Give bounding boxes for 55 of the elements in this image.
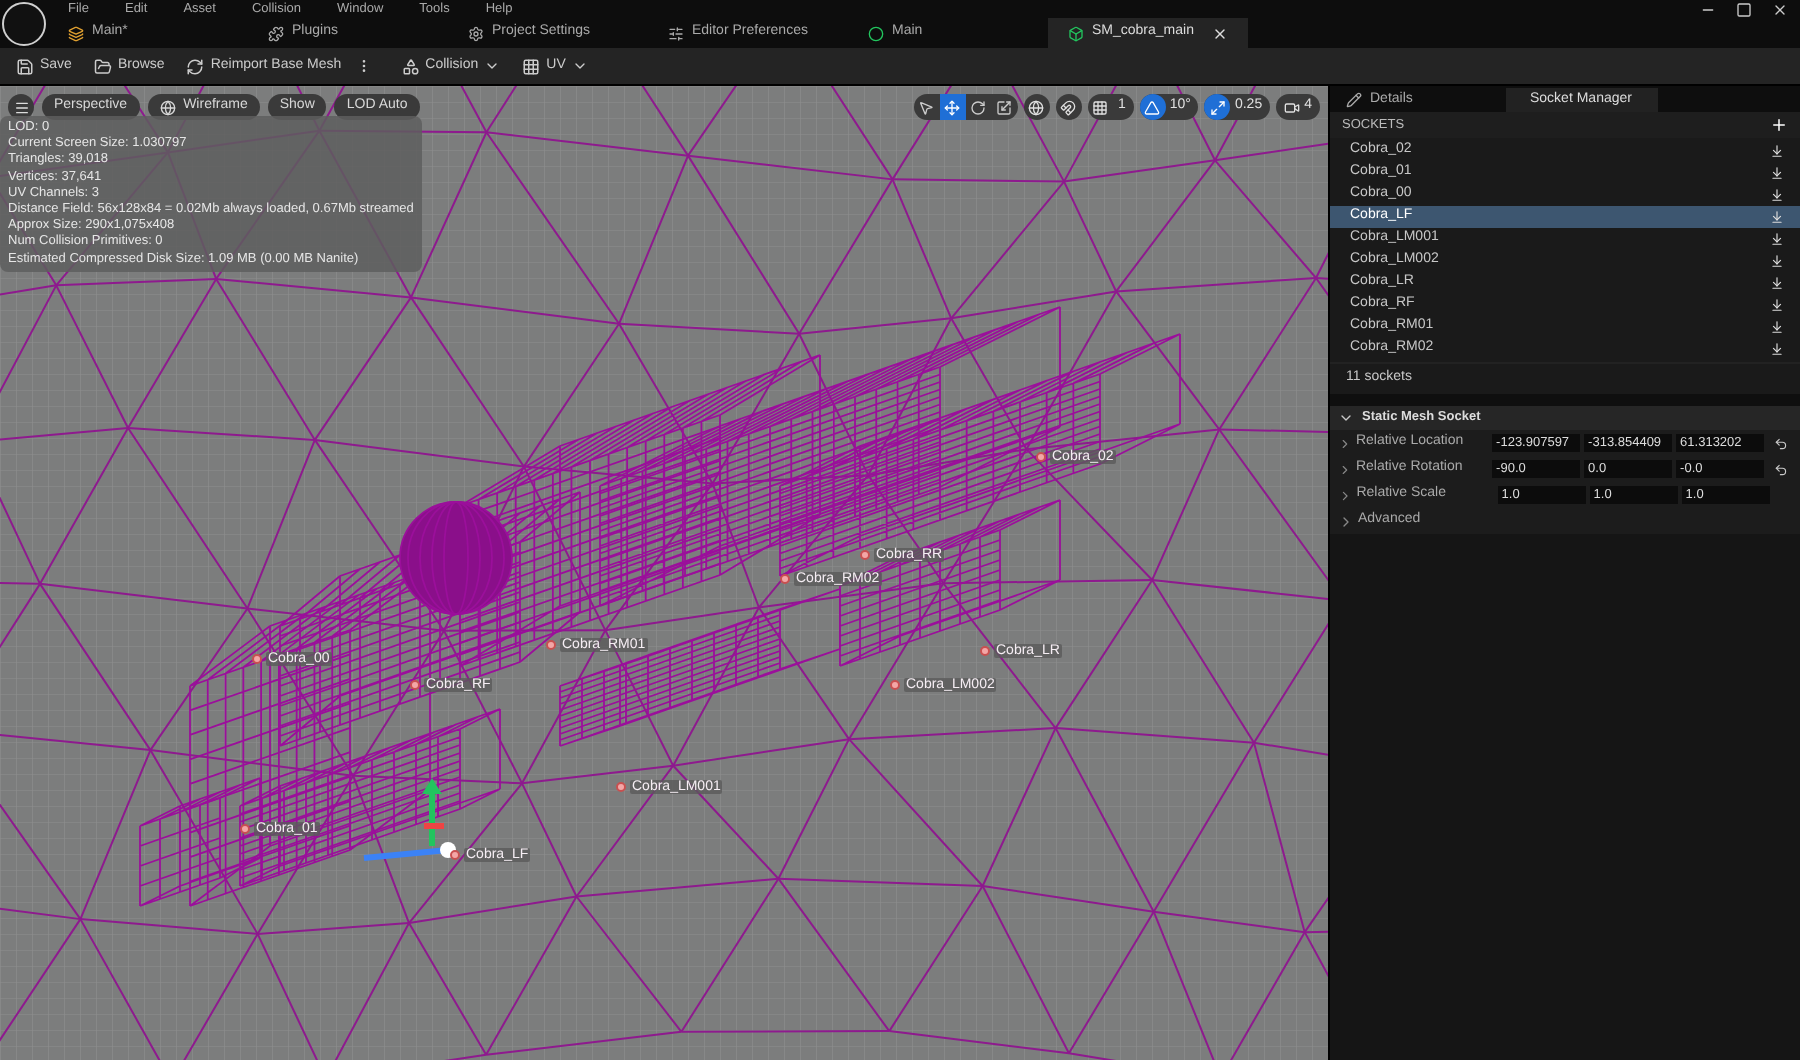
socket-marker-icon [616, 782, 626, 792]
socket-marker-icon [410, 680, 420, 690]
gear-icon [468, 25, 484, 41]
download-icon [1770, 210, 1784, 224]
maximize-icon [1736, 1, 1752, 17]
socket-marker-icon [980, 646, 990, 656]
scale-icon [1209, 99, 1226, 115]
download-icon [1770, 166, 1784, 180]
move-icon [944, 99, 961, 115]
download-icon [1770, 298, 1784, 312]
socket-marker-icon [240, 824, 250, 834]
add-socket-button[interactable] [1770, 116, 1788, 134]
grid-icon [1092, 99, 1109, 115]
caret-icon [484, 58, 501, 74]
close-icon [1772, 1, 1788, 17]
socket-marker-icon [890, 680, 900, 690]
plus-icon [1770, 116, 1788, 134]
socket-marker-icon [450, 850, 460, 860]
download-icon [1770, 254, 1784, 268]
magnet-icon [1060, 99, 1077, 115]
sliders-icon [668, 25, 684, 41]
socket-marker-icon [1036, 452, 1046, 462]
shapes-icon [401, 57, 420, 75]
download-icon [1770, 342, 1784, 356]
camera-icon [1284, 99, 1301, 115]
circle-icon [868, 25, 884, 41]
puzzle-icon [268, 25, 284, 41]
pointer-icon [918, 99, 935, 115]
socket-marker-icon [860, 550, 870, 560]
socket-marker-icon [252, 654, 262, 664]
save-icon [16, 57, 34, 75]
transform-tool-button[interactable] [939, 94, 966, 120]
download-icon [1770, 232, 1784, 246]
rotate-icon [970, 99, 987, 115]
globe-icon [159, 99, 176, 115]
angle-icon [1144, 99, 1161, 115]
pencil-icon [1346, 92, 1362, 108]
close-icon [1212, 25, 1228, 41]
download-icon [1770, 188, 1784, 202]
refresh-icon [186, 57, 205, 75]
menu-icon [13, 99, 29, 115]
reset-icon [1774, 435, 1788, 451]
reset-icon [1774, 461, 1788, 477]
download-icon [1770, 320, 1784, 334]
globe-icon [1028, 99, 1045, 115]
level-icon [68, 25, 84, 41]
download-icon [1770, 276, 1784, 290]
grid-icon [522, 57, 541, 75]
folder-icon [93, 57, 112, 75]
download-icon [1770, 144, 1784, 158]
cube-icon [1068, 25, 1084, 41]
socket-marker-icon [780, 574, 790, 584]
caret-icon [571, 58, 588, 74]
scale-icon [996, 99, 1013, 115]
socket-marker-icon [546, 640, 556, 650]
